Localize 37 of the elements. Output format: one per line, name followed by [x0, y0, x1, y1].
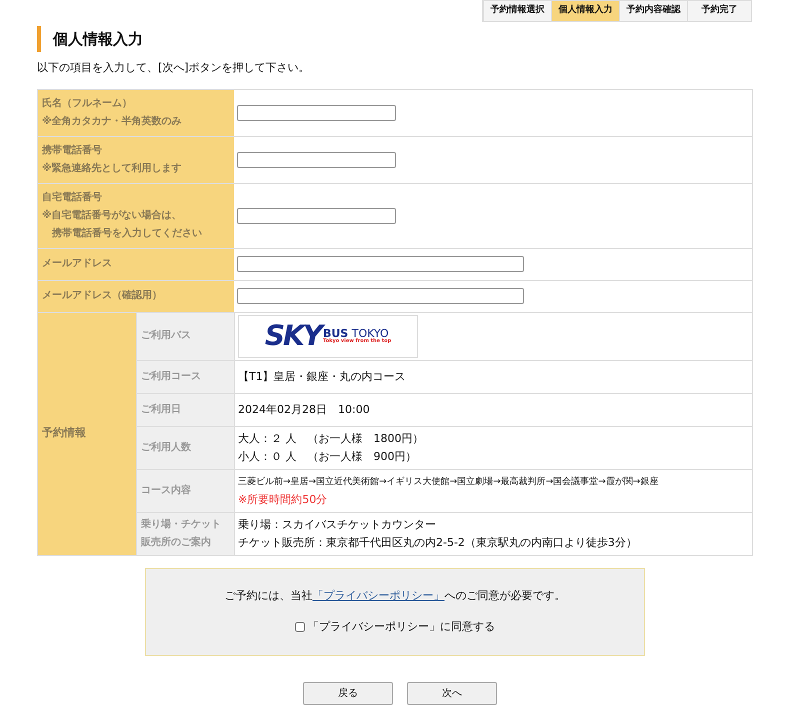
- info-text: 【T1】皇居・銀座・丸の内コース: [238, 368, 407, 384]
- text-field[interactable]: [237, 208, 396, 224]
- text-field[interactable]: [237, 256, 524, 272]
- label-text: メールアドレス: [42, 257, 113, 271]
- note-text: ※全角カタカナ・半角英数のみ: [42, 114, 183, 128]
- info-text: 大人：２ 人 （お一人様 1800円）: [238, 430, 424, 446]
- info-text: 三菱ビル前→皇居→国立近代美術館→イギリス大使館→国立劇場→最高裁判所→国会議事堂→霞が関→銀座: [238, 476, 660, 488]
- warning-text: ※所要時間約50分: [238, 492, 328, 508]
- label-text: 自宅電話番号: [42, 190, 103, 204]
- agree-checkbox[interactable]: [295, 622, 305, 632]
- agreement-text: ご予約には、当社「プライバシーポリシー」へのご同意が必要です。: [224, 588, 566, 604]
- text-field[interactable]: [237, 152, 396, 168]
- row-label: ご利用人数: [136, 426, 234, 468]
- section-label: 予約情報: [38, 312, 136, 554]
- page-title: 個人情報入力: [53, 28, 143, 50]
- privacy-policy-link[interactable]: 「プライバシーポリシー」: [312, 589, 444, 602]
- checkbox-label: 「プライバシーポリシー」に同意する: [308, 618, 495, 634]
- note-text: ※自宅電話番号がない場合は、: [42, 208, 183, 222]
- info-text: 乗り場：スカイバスチケットカウンター: [238, 516, 437, 532]
- info-text: 小人：０ 人 （お一人様 900円）: [238, 448, 418, 464]
- note-text: 携帯電話番号を入力してください: [50, 226, 203, 240]
- instruction-text: 以下の項目を入力して、[次へ]ボタンを押して下さい。: [37, 60, 311, 76]
- label-text: 携帯電話番号: [42, 144, 103, 158]
- nav-button[interactable]: 次へ: [407, 682, 497, 704]
- row-label: ご利用バス: [136, 312, 234, 360]
- row-label: ご利用コース: [136, 360, 234, 392]
- row-label: ご利用日: [136, 394, 234, 426]
- note-text: ※緊急連絡先として利用します: [42, 162, 183, 176]
- info-text: チケット販売所：東京都千代田区丸の内2-5-2（東京駅丸の内南口より徒歩3分）: [238, 534, 638, 550]
- nav-button[interactable]: 戻る: [303, 682, 393, 704]
- row-label: コース内容: [136, 470, 234, 512]
- label-text: メールアドレス（確認用）: [42, 288, 163, 303]
- text-field[interactable]: [237, 104, 396, 120]
- row-label: 乗り場・チケット販売所のご案内: [136, 512, 234, 554]
- text-field[interactable]: [237, 288, 524, 304]
- label-text: 氏名（フルネーム）: [42, 96, 133, 110]
- info-text: 2024年02月28日 10:00: [238, 402, 371, 418]
